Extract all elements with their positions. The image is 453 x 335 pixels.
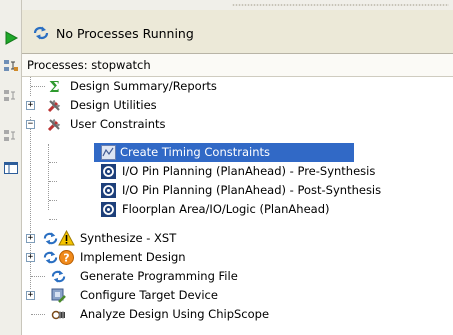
status-text: No Processes Running bbox=[56, 26, 194, 41]
tree-item-label: Create Timing Constraints bbox=[94, 143, 354, 162]
tree-item-analyze-chipscope[interactable]: Analyze Design Using ChipScope bbox=[22, 305, 453, 324]
tree-item-label: Implement Design bbox=[80, 250, 186, 264]
expand-icon[interactable]: + bbox=[26, 253, 35, 262]
tree-item-label: Floorplan Area/IO/Logic (PlanAhead) bbox=[122, 202, 330, 216]
tree-item-label: Generate Programming File bbox=[80, 269, 238, 283]
collapse-icon[interactable]: − bbox=[26, 120, 35, 129]
warning-icon bbox=[58, 229, 75, 247]
device-icon bbox=[50, 287, 67, 304]
chipscope-icon bbox=[50, 306, 67, 323]
expand-icon[interactable]: + bbox=[26, 291, 35, 300]
rerun-tree-icon[interactable] bbox=[3, 58, 19, 74]
tree-item-design-utilities[interactable]: + Design Utilities bbox=[22, 96, 453, 115]
rerun-all-icon[interactable] bbox=[3, 88, 19, 104]
tree-item-synthesize-xst[interactable]: + Synthesize - XST bbox=[22, 229, 453, 248]
tree-item-label: Synthesize - XST bbox=[80, 231, 177, 245]
panel-title-strip bbox=[22, 0, 453, 10]
tree-item-label: User Constraints bbox=[70, 117, 166, 131]
tree-item-io-pin-pre-synthesis[interactable]: I/O Pin Planning (PlanAhead) - Pre-Synth… bbox=[22, 162, 453, 181]
processes-header: Processes: stopwatch bbox=[22, 54, 453, 77]
tree-item-create-timing-constraints[interactable]: Create Timing Constraints bbox=[22, 143, 453, 162]
tree-item-label: I/O Pin Planning (PlanAhead) - Post-Synt… bbox=[122, 183, 382, 197]
process-status-bar: No Processes Running bbox=[22, 10, 453, 54]
svg-text:Σ: Σ bbox=[49, 78, 60, 95]
planahead-icon bbox=[100, 201, 117, 218]
tools-icon bbox=[46, 116, 63, 133]
tools-icon bbox=[46, 97, 63, 114]
refresh-icon bbox=[42, 230, 59, 247]
expand-icon[interactable]: + bbox=[26, 234, 35, 243]
tree-item-label: I/O Pin Planning (PlanAhead) - Pre-Synth… bbox=[122, 164, 376, 178]
tree-item-io-pin-post-synthesis[interactable]: I/O Pin Planning (PlanAhead) - Post-Synt… bbox=[22, 181, 453, 200]
tree-item-label: Configure Target Device bbox=[80, 288, 218, 302]
tree-item-label: Design Utilities bbox=[70, 98, 157, 112]
refresh-icon bbox=[50, 268, 67, 285]
tree-item-design-summary[interactable]: Σ Design Summary/Reports bbox=[22, 77, 453, 96]
tree-item-label: Analyze Design Using ChipScope bbox=[80, 307, 270, 321]
svg-text:?: ? bbox=[63, 252, 69, 265]
planahead-icon bbox=[100, 182, 117, 199]
tree-item-label: Design Summary/Reports bbox=[70, 79, 217, 93]
expand-icon[interactable]: + bbox=[26, 101, 35, 110]
sigma-icon: Σ bbox=[46, 78, 63, 96]
tree-item-generate-programming-file[interactable]: Generate Programming File bbox=[22, 267, 453, 286]
refresh-icon bbox=[32, 25, 50, 44]
question-icon: ? bbox=[58, 249, 75, 266]
process-toolbar bbox=[0, 0, 22, 335]
processes-header-label: Processes: stopwatch bbox=[27, 58, 151, 72]
process-tree: Σ Design Summary/Reports + Design Utilit… bbox=[22, 77, 453, 335]
tree-item-user-constraints[interactable]: − User Constraints bbox=[22, 115, 453, 134]
timing-icon bbox=[100, 144, 117, 161]
run-icon[interactable] bbox=[3, 30, 19, 46]
stop-icon[interactable] bbox=[3, 128, 19, 144]
refresh-icon bbox=[42, 249, 59, 266]
tree-item-configure-target-device[interactable]: + Configure Target Device bbox=[22, 286, 453, 305]
tree-item-implement-design[interactable]: + ? Implement Design bbox=[22, 248, 453, 267]
properties-icon[interactable] bbox=[3, 160, 19, 176]
planahead-icon bbox=[100, 163, 117, 180]
tree-item-floorplan-area[interactable]: Floorplan Area/IO/Logic (PlanAhead) bbox=[22, 200, 453, 219]
